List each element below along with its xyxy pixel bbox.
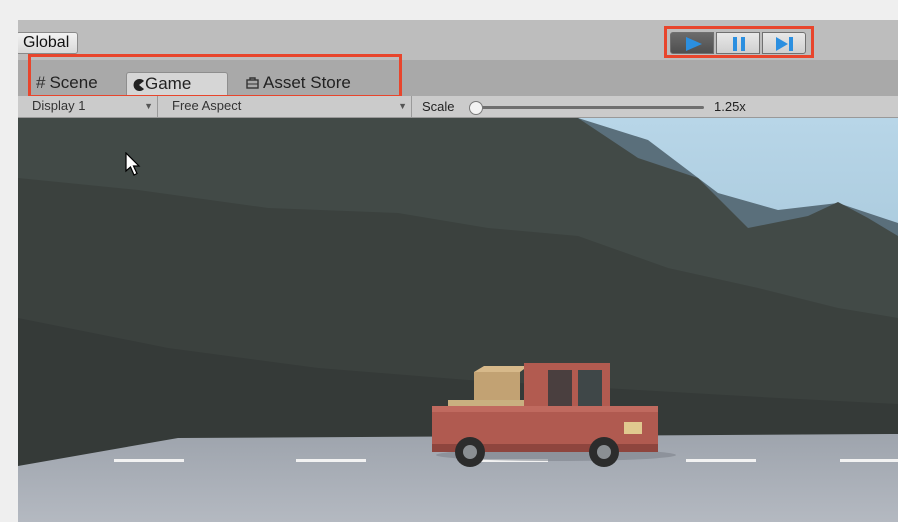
display-dropdown[interactable]: Display 1 ▼ bbox=[18, 96, 158, 117]
playmode-controls bbox=[664, 26, 814, 58]
dropdown-arrow-icon: ▼ bbox=[398, 101, 407, 111]
tab-scene[interactable]: # Scene bbox=[30, 72, 126, 96]
pause-icon bbox=[733, 37, 745, 51]
aspect-dropdown[interactable]: Free Aspect ▼ bbox=[158, 96, 412, 117]
step-button[interactable] bbox=[762, 32, 806, 54]
tab-game[interactable]: Game bbox=[126, 72, 228, 96]
pivot-global-toggle[interactable]: Global bbox=[18, 32, 79, 54]
scale-value: 1.25x bbox=[714, 99, 746, 114]
main-toolbar: Global bbox=[18, 20, 898, 60]
pacman-icon bbox=[133, 79, 144, 91]
play-button[interactable] bbox=[670, 32, 714, 54]
game-viewport[interactable] bbox=[18, 118, 898, 522]
game-scene bbox=[18, 118, 898, 522]
play-icon bbox=[686, 37, 702, 51]
unity-editor: Global # Scene Game Asset Store Display … bbox=[18, 20, 898, 522]
mouse-cursor-icon bbox=[125, 152, 141, 176]
view-tabs: # Scene Game Asset Store bbox=[18, 60, 898, 96]
scale-slider-track[interactable] bbox=[474, 106, 704, 109]
dropdown-arrow-icon: ▼ bbox=[144, 101, 153, 111]
grid-icon: # bbox=[36, 73, 46, 92]
scale-slider-thumb[interactable] bbox=[469, 101, 483, 115]
step-icon bbox=[776, 37, 793, 51]
scale-label: Scale bbox=[422, 99, 455, 114]
game-view-toolbar: Display 1 ▼ Free Aspect ▼ Scale 1.25x bbox=[18, 96, 898, 118]
tab-asset-store[interactable]: Asset Store bbox=[240, 72, 390, 96]
bag-icon bbox=[246, 77, 259, 89]
pause-button[interactable] bbox=[716, 32, 760, 54]
